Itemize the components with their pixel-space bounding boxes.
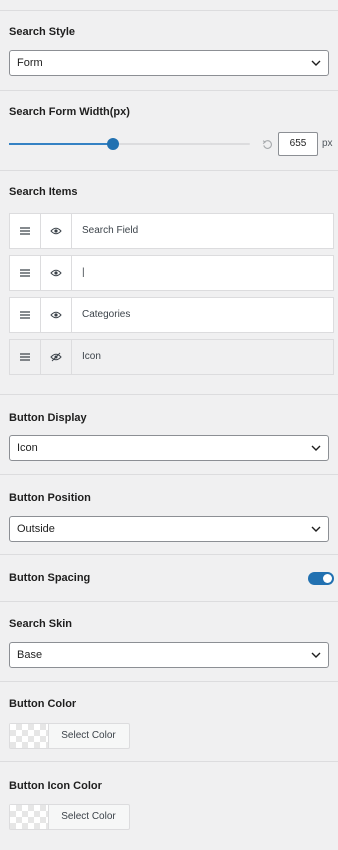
select-color-button[interactable]: Select Color	[48, 724, 129, 748]
button-display-section: Button Display Icon	[0, 395, 338, 475]
search-items-label: Search Items	[9, 186, 78, 198]
toggle-knob	[323, 574, 332, 583]
color-swatch	[10, 805, 49, 829]
slider-fill	[9, 143, 113, 145]
search-item-label: Search Field	[82, 225, 139, 236]
search-skin-section: Search Skin Base	[0, 602, 338, 682]
search-item-row: Categories	[9, 297, 334, 333]
drag-handle[interactable]	[10, 256, 41, 290]
settings-panel: Search Style Form Search Form Width(px) …	[0, 0, 338, 850]
button-color-label: Button Color	[9, 698, 77, 710]
button-icon-color-section: Button Icon Color Select Color	[0, 762, 338, 850]
chevron-down-icon	[311, 652, 321, 658]
form-width-unit: px	[322, 138, 333, 149]
search-skin-label: Search Skin	[9, 618, 72, 630]
search-item-row: |	[9, 255, 334, 291]
button-display-label: Button Display	[9, 412, 87, 424]
drag-handle-icon	[20, 269, 30, 277]
button-icon-color-label: Button Icon Color	[9, 780, 102, 792]
visibility-toggle[interactable]	[41, 256, 72, 290]
button-position-section: Button Position Outside	[0, 475, 338, 555]
chevron-down-icon	[311, 445, 321, 451]
search-style-value: Form	[17, 57, 43, 69]
search-skin-value: Base	[17, 649, 43, 661]
eye-hidden-icon	[50, 352, 62, 362]
drag-handle-icon	[20, 227, 30, 235]
search-item-label: |	[82, 267, 85, 278]
button-position-select[interactable]: Outside	[9, 516, 329, 542]
search-item-row: Search Field	[9, 213, 334, 249]
search-item-label: Icon	[82, 351, 101, 362]
search-style-label: Search Style	[9, 26, 76, 38]
button-spacing-section: Button Spacing	[0, 555, 338, 602]
drag-handle-icon	[20, 311, 30, 319]
drag-handle[interactable]	[10, 340, 41, 374]
chevron-down-icon	[311, 526, 321, 532]
slider-thumb[interactable]	[106, 138, 119, 150]
visibility-toggle[interactable]	[41, 214, 72, 248]
drag-handle-icon	[20, 353, 30, 361]
form-width-section: Search Form Width(px)	[0, 91, 338, 171]
button-spacing-label: Button Spacing	[9, 572, 91, 584]
chevron-down-icon	[311, 60, 321, 66]
search-item-row: Icon	[9, 339, 334, 375]
search-style-section: Search Style Form	[0, 11, 338, 91]
button-spacing-toggle[interactable]	[308, 572, 334, 585]
visibility-toggle[interactable]	[41, 340, 72, 374]
search-item-label: Categories	[82, 309, 131, 320]
select-color-button[interactable]: Select Color	[48, 805, 129, 829]
eye-icon	[50, 311, 62, 319]
button-icon-color-picker[interactable]: Select Color	[9, 804, 130, 830]
form-width-label: Search Form Width(px)	[9, 106, 130, 118]
eye-icon	[50, 227, 62, 235]
drag-handle[interactable]	[10, 214, 41, 248]
search-style-select[interactable]: Form	[9, 50, 329, 76]
button-display-select[interactable]: Icon	[9, 435, 329, 461]
button-display-value: Icon	[17, 442, 38, 454]
color-swatch	[10, 724, 49, 748]
form-width-input[interactable]: 655	[278, 132, 318, 156]
drag-handle[interactable]	[10, 298, 41, 332]
button-color-section: Button Color Select Color	[0, 682, 338, 762]
visibility-toggle[interactable]	[41, 298, 72, 332]
button-color-picker[interactable]: Select Color	[9, 723, 130, 749]
form-width-slider[interactable]	[9, 138, 250, 150]
reset-icon[interactable]	[262, 139, 273, 150]
search-skin-select[interactable]: Base	[9, 642, 329, 668]
eye-icon	[50, 269, 62, 277]
button-position-value: Outside	[17, 523, 55, 535]
button-position-label: Button Position	[9, 492, 91, 504]
